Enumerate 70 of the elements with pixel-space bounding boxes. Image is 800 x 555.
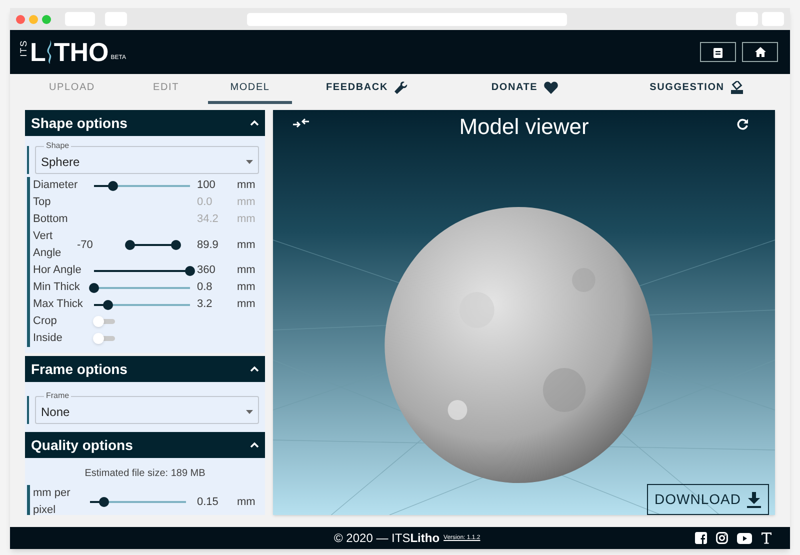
logo-letter: L — [30, 39, 46, 65]
toggle-switch[interactable] — [93, 319, 115, 324]
copyright-text: © 2020 — ITSLitho — [334, 530, 440, 547]
section-header[interactable]: Quality options — [25, 432, 265, 458]
unit-text: mm — [237, 178, 256, 194]
slider-thumb[interactable] — [108, 180, 118, 190]
field-label: mm per pixel — [33, 486, 72, 515]
facebook-icon[interactable] — [695, 532, 707, 544]
home-button[interactable] — [742, 42, 778, 62]
field-label: Diameter — [33, 178, 79, 193]
clipboard-button[interactable] — [700, 42, 736, 62]
unit-text: mm — [237, 280, 256, 296]
unit-text: mm — [237, 297, 256, 312]
heart-icon — [544, 81, 558, 94]
clipboard-icon — [713, 46, 723, 58]
value-text: 100 — [197, 178, 216, 194]
slider-thumb[interactable] — [125, 240, 135, 250]
field-label: Max Thick — [33, 297, 84, 312]
value-text: 0.0 — [197, 195, 214, 210]
section-header[interactable]: Shape options — [25, 110, 265, 136]
slider-thumb[interactable] — [89, 282, 99, 292]
field-label: Frame — [44, 391, 72, 401]
unit-text: mm — [237, 494, 256, 510]
instagram-icon[interactable] — [716, 532, 728, 544]
wrench-icon — [394, 80, 408, 94]
unit-text: mm — [237, 195, 256, 210]
logo-text: THO — [54, 39, 109, 65]
tab[interactable]: FEEDBACK — [292, 74, 442, 104]
field-label: Top — [33, 195, 52, 210]
value-text: 360 — [197, 263, 216, 278]
field-label: Vert Angle — [33, 229, 62, 261]
unit-text: mm — [237, 212, 256, 228]
unit-text: mm — [237, 238, 256, 253]
field-label: Inside — [33, 331, 64, 346]
slider-thumb[interactable] — [103, 300, 114, 310]
download-icon — [747, 492, 761, 508]
field-label: Min Thick — [33, 280, 81, 295]
tab[interactable]: SUGGESTION — [607, 74, 787, 104]
slider[interactable] — [125, 240, 181, 250]
ballot-box-icon — [730, 80, 744, 94]
value-text: 89.9 — [197, 238, 220, 253]
field-label: Shape — [44, 141, 72, 151]
slider-thumb[interactable] — [185, 266, 195, 276]
field-label: Bottom — [33, 212, 69, 227]
field-label: Hor Angle — [33, 263, 82, 278]
value-text: 0.15 — [197, 494, 220, 510]
caret-icon — [246, 160, 253, 164]
unit-text: mm — [237, 263, 256, 278]
slider-thumb[interactable] — [99, 497, 110, 507]
tab[interactable]: DONATE — [442, 74, 607, 104]
collapse-icon[interactable] — [250, 442, 259, 448]
value-text: 34.2 — [197, 212, 220, 228]
collapse-icon[interactable] — [250, 120, 259, 126]
section-header[interactable]: Frame options — [25, 356, 265, 382]
flame-icon — [46, 40, 54, 64]
caret-icon — [246, 410, 253, 414]
min-value: -70 — [77, 238, 94, 253]
collapse-icon[interactable] — [250, 366, 259, 372]
collapse-button[interactable] — [293, 118, 309, 128]
download-button[interactable]: DOWNLOAD — [646, 484, 769, 515]
field-label: Crop — [33, 314, 58, 329]
youtube-icon[interactable] — [737, 532, 752, 544]
estimate-text: Estimated file size: 189 MB — [84, 467, 206, 481]
slider-thumb[interactable] — [171, 240, 181, 250]
value-text: 3.2 — [197, 297, 214, 312]
home-icon — [754, 47, 766, 57]
viewer-title: Model viewer — [459, 112, 589, 140]
value-text: 0.8 — [197, 280, 214, 296]
refresh-button[interactable] — [736, 118, 749, 131]
toggle-switch[interactable] — [93, 336, 115, 341]
